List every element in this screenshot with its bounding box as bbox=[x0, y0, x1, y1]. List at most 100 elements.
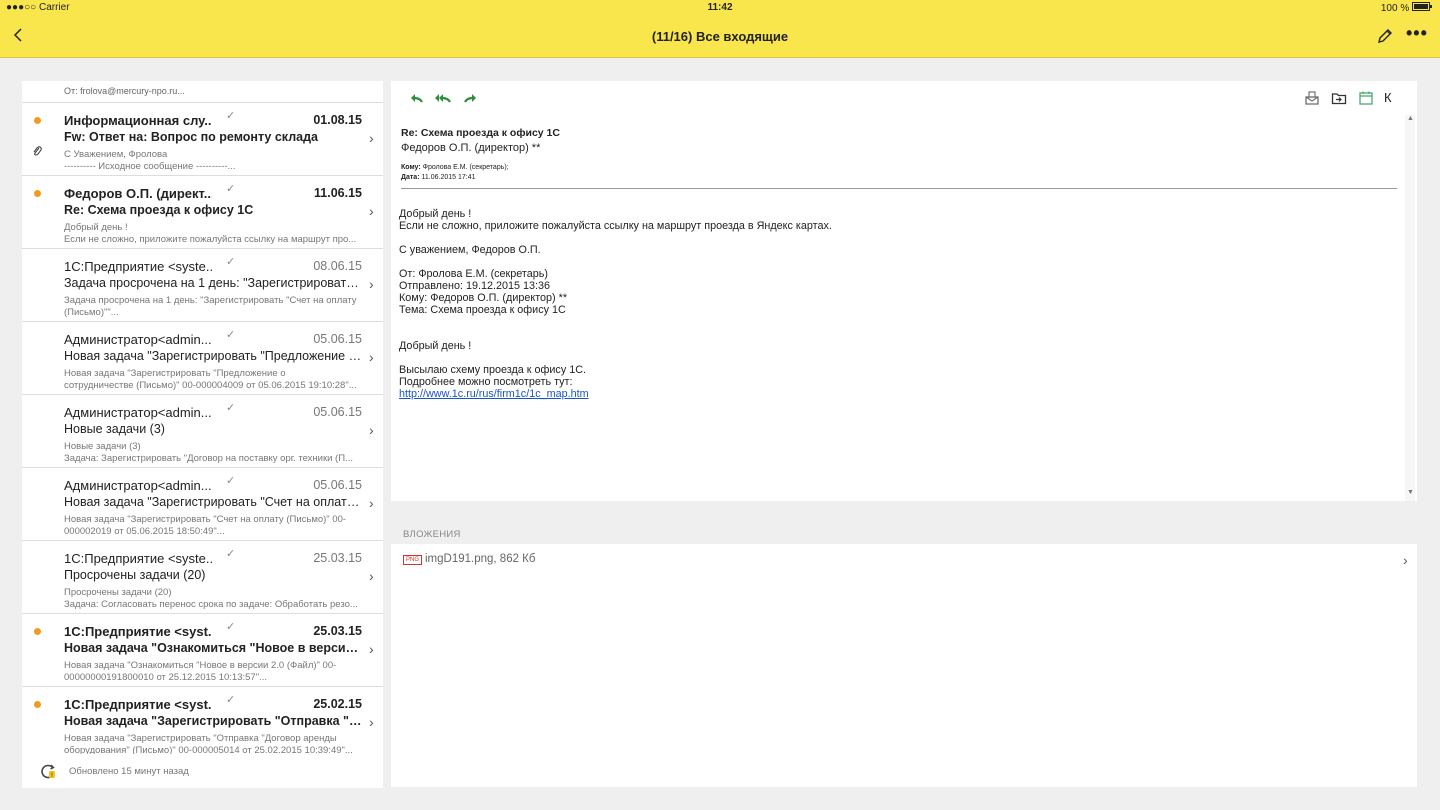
item-date: 25.02.15 bbox=[313, 697, 362, 711]
checkmark-icon: ✓ bbox=[226, 110, 236, 122]
body-line: Высылаю схему проезда к офису 1С. bbox=[399, 364, 587, 376]
item-subject: Просрочены задачи (20) bbox=[64, 568, 206, 582]
item-preview: Просрочены задачи (20) Задача: Согласова… bbox=[64, 587, 358, 610]
list-item[interactable]: Администратор<admin... ✓ 05.06.15 Новые зад… bbox=[22, 395, 383, 468]
top-bar: ●●●○○ Carrier 11:42 100 % (11/16) Все вх… bbox=[0, 0, 1440, 58]
item-preview: Новая задача "Ознакомиться "Новое в верс… bbox=[64, 660, 337, 683]
chevron-right-icon: › bbox=[369, 568, 374, 584]
item-sender: Федоров О.П. (директ... bbox=[64, 186, 212, 201]
item-subject: Задача просрочена на 1 день: "Зарегистри… bbox=[64, 276, 364, 290]
body-line: Добрый день ! bbox=[399, 340, 472, 352]
item-subject: Fw: Ответ на: Вопрос по ремонту склада bbox=[64, 130, 318, 144]
more-button[interactable]: ••• bbox=[1406, 24, 1428, 44]
item-sender: Администратор<admin... bbox=[64, 405, 212, 420]
updated-status: Обновлено 15 минут назад bbox=[69, 766, 189, 777]
item-subject: Новая задача "Зарегистрировать "Предложе… bbox=[64, 349, 364, 363]
item-date: 08.06.15 bbox=[313, 259, 362, 273]
contact-button[interactable]: К bbox=[1384, 90, 1392, 105]
body-line: Отправлено: 19.12.2015 13:36 bbox=[399, 280, 551, 292]
item-preview: Добрый день ! Если не сложно, приложите … bbox=[64, 222, 357, 245]
page-title: (11/16) Все входящие bbox=[651, 29, 789, 44]
item-date: 25.03.15 bbox=[313, 551, 362, 565]
item-subject: Новая задача "Зарегистрировать "Счет на … bbox=[64, 495, 364, 509]
item-date: 05.06.15 bbox=[313, 478, 362, 492]
status-bar: ●●●○○ Carrier 11:42 100 % bbox=[0, 0, 1440, 16]
body-line: Кому: Федоров О.П. (директор) ** bbox=[399, 292, 568, 304]
reply-icon[interactable] bbox=[409, 90, 425, 106]
checkmark-icon: ✓ bbox=[226, 402, 236, 414]
list-item[interactable]: Администратор<admin... ✓ 05.06.15 Новая зад… bbox=[22, 468, 383, 541]
chevron-right-icon: › bbox=[369, 495, 374, 511]
item-sender: 1С:Предприятие <syst... bbox=[64, 697, 212, 712]
item-subject: Новые задачи (3) bbox=[64, 422, 165, 436]
item-date: 05.06.15 bbox=[313, 405, 362, 419]
item-subject: Новая задача "Зарегистрировать "Отправка… bbox=[64, 714, 364, 728]
date-value: 11.06.2015 17:41 bbox=[421, 174, 476, 181]
print-envelope-icon[interactable] bbox=[1304, 90, 1320, 106]
checkmark-icon: ✓ bbox=[226, 694, 236, 706]
body-line: Добрый день ! bbox=[399, 208, 472, 220]
message-sender: Федоров О.П. (директор) ** bbox=[401, 142, 541, 154]
chevron-right-icon: › bbox=[369, 203, 374, 219]
message-meta: Кому: Фролова Е.М. (секретарь); Дата: 11… bbox=[401, 163, 1397, 183]
checkmark-icon: ✓ bbox=[226, 548, 236, 560]
attachments-panel: PNG imgD191.png, 862 Кб › bbox=[391, 544, 1417, 787]
item-subject: Re: Схема проезда к офису 1С bbox=[64, 203, 254, 217]
body-line: Тема: Схема проезда к офису 1С bbox=[399, 304, 566, 316]
item-preview: Новые задачи (3) Задача: Зарегистрироват… bbox=[64, 441, 353, 464]
forward-icon[interactable] bbox=[462, 90, 478, 106]
scroll-up-arrow-icon[interactable]: ▲ bbox=[1407, 115, 1414, 122]
item-sender: 1С:Предприятие <syst... bbox=[64, 624, 212, 639]
status-time: 11:42 bbox=[707, 2, 733, 13]
body-line: Если не сложно, приложите пожалуйста ссы… bbox=[399, 220, 832, 232]
message-header: Re: Схема проезда к офису 1С Федоров О.П… bbox=[401, 127, 1397, 189]
checkmark-icon: ✓ bbox=[226, 256, 236, 268]
scrollbar[interactable] bbox=[1405, 115, 1415, 501]
reply-all-icon[interactable] bbox=[433, 90, 453, 106]
item-date: 25.03.15 bbox=[313, 624, 362, 638]
item-sender: 1С:Предприятие <syste... bbox=[64, 551, 212, 566]
chevron-right-icon: › bbox=[369, 422, 374, 438]
list-item[interactable]: 1С:Предприятие <syst... ✓ 25.03.15 Новая за… bbox=[22, 614, 383, 687]
item-date: 05.06.15 bbox=[313, 332, 362, 346]
list-item[interactable]: Администратор<admin... ✓ 05.06.15 Новая зад… bbox=[22, 322, 383, 395]
battery-label: 100 % bbox=[1381, 2, 1432, 14]
unread-dot-icon bbox=[34, 628, 41, 635]
edit-button[interactable] bbox=[1376, 27, 1396, 47]
list-item-partial[interactable]: От: frolova@mercury-npo.ru... bbox=[22, 81, 383, 103]
chevron-right-icon: › bbox=[369, 349, 374, 365]
checkmark-icon: ✓ bbox=[226, 183, 236, 195]
message-list: От: frolova@mercury-npo.ru... Информацио… bbox=[22, 81, 383, 788]
item-preview: Задача просрочена на 1 день: "Зарегистри… bbox=[64, 295, 357, 318]
email-toolbar: К bbox=[391, 81, 1417, 115]
body-line: От: Фролова Е.М. (секретарь) bbox=[399, 268, 548, 280]
item-sender: Администратор<admin... bbox=[64, 478, 212, 493]
calendar-icon[interactable] bbox=[1358, 90, 1374, 106]
body-line: С уважением, Федоров О.П. bbox=[399, 244, 541, 256]
move-to-folder-icon[interactable] bbox=[1331, 90, 1347, 106]
scroll-down-arrow-icon[interactable]: ▼ bbox=[1407, 489, 1414, 496]
message-body: Добрый день ! Если не сложно, приложите … bbox=[399, 208, 1389, 400]
list-item-preview: От: frolova@mercury-npo.ru... bbox=[64, 86, 185, 96]
battery-icon bbox=[1412, 2, 1432, 11]
paperclip-icon bbox=[32, 145, 42, 160]
list-item[interactable]: 1С:Предприятие <syste... ✓ 25.03.15 Просроч… bbox=[22, 541, 383, 614]
attachment-name: imgD191.png, 862 Кб bbox=[425, 553, 536, 565]
unread-dot-icon bbox=[34, 117, 41, 124]
list-item[interactable]: 1С:Предприятие <syst... ✓ 25.02.15 Новая за… bbox=[22, 687, 383, 760]
chevron-right-icon: › bbox=[369, 641, 374, 657]
item-preview: Новая задача "Зарегистрировать "Счет на … bbox=[64, 514, 347, 537]
map-link[interactable]: http://www.1c.ru/rus/firm1c/1c_map.htm bbox=[399, 388, 589, 400]
to-label: Кому: bbox=[401, 164, 421, 171]
attachment-row[interactable]: PNG imgD191.png, 862 Кб › bbox=[391, 544, 1417, 574]
list-item[interactable]: Информационная слу... ✓ 01.08.15 Fw: Ответ … bbox=[22, 103, 383, 176]
unread-dot-icon bbox=[34, 190, 41, 197]
list-item[interactable]: 1С:Предприятие <syste... ✓ 08.06.15 Задача … bbox=[22, 249, 383, 322]
item-date: 01.08.15 bbox=[313, 113, 362, 127]
chevron-right-icon: › bbox=[369, 714, 374, 730]
message-subject: Re: Схема проезда к офису 1С bbox=[401, 127, 560, 139]
email-view: К ▲ ▼ Re: Схема проезда к офису 1С Федор… bbox=[391, 81, 1417, 501]
item-sender: Администратор<admin... bbox=[64, 332, 212, 347]
list-item[interactable]: Федоров О.П. (директ... ✓ 11.06.15 Re: Схем… bbox=[22, 176, 383, 249]
refresh-icon[interactable]: ! bbox=[40, 763, 56, 779]
